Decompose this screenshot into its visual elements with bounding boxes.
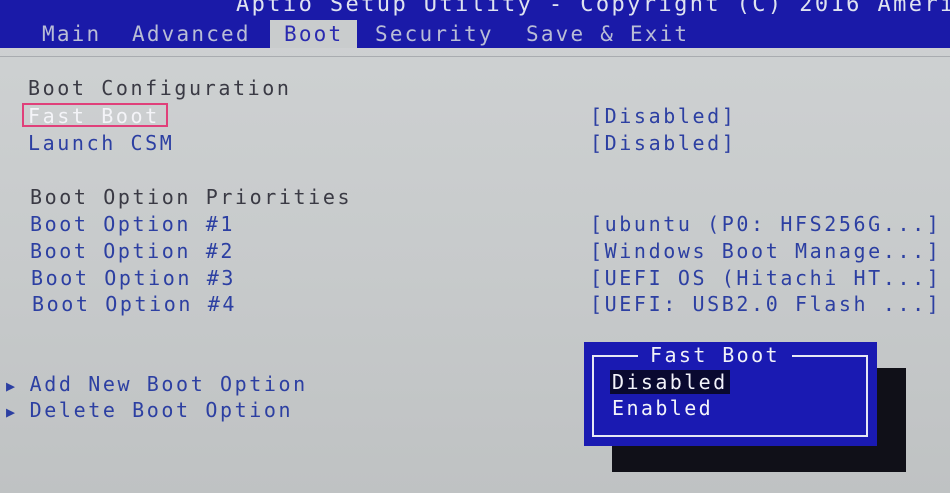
boot-option-4-value[interactable]: [UEFI: USB2.0 Flash ...] bbox=[590, 292, 941, 316]
tab-boot[interactable]: Boot bbox=[270, 20, 358, 48]
launch-csm-value[interactable]: [Disabled] bbox=[590, 131, 736, 155]
boot-option-1-item[interactable]: Boot Option #1 bbox=[30, 212, 235, 236]
bios-screen: Aptio Setup Utility - Copyright (C) 2016… bbox=[0, 0, 950, 493]
tab-main[interactable]: Main bbox=[42, 20, 101, 48]
header-divider bbox=[0, 56, 950, 57]
boot-option-4-item[interactable]: Boot Option #4 bbox=[32, 292, 237, 316]
delete-boot-option-label: Delete Boot Option bbox=[29, 398, 294, 422]
popup-option-enabled[interactable]: Enabled bbox=[612, 396, 713, 420]
tab-security[interactable]: Security bbox=[375, 20, 494, 48]
boot-option-2-value[interactable]: [Windows Boot Manage...] bbox=[590, 239, 941, 263]
add-new-boot-option-label: Add New Boot Option bbox=[29, 372, 308, 396]
window-title: Aptio Setup Utility - Copyright (C) 2016… bbox=[236, 0, 950, 17]
boot-configuration-heading: Boot Configuration bbox=[28, 76, 292, 100]
header-bar: Aptio Setup Utility - Copyright (C) 2016… bbox=[0, 0, 950, 48]
delete-boot-option[interactable]: ▶ Delete Boot Option bbox=[6, 398, 293, 422]
popup-title: Fast Boot bbox=[638, 342, 792, 368]
tab-bar: Main Advanced Boot Security Save & Exit bbox=[0, 20, 950, 48]
boot-option-2-item[interactable]: Boot Option #2 bbox=[30, 239, 235, 263]
submenu-arrow-icon: ▶ bbox=[6, 377, 18, 395]
boot-option-3-value[interactable]: [UEFI OS (Hitachi HT...] bbox=[590, 266, 941, 290]
add-new-boot-option[interactable]: ▶ Add New Boot Option bbox=[6, 372, 308, 396]
boot-priorities-heading: Boot Option Priorities bbox=[30, 185, 353, 209]
popup-option-disabled[interactable]: Disabled bbox=[610, 370, 730, 394]
fast-boot-value[interactable]: [Disabled] bbox=[590, 104, 736, 128]
fast-boot-item[interactable]: Fast Boot bbox=[28, 104, 160, 128]
tab-advanced[interactable]: Advanced bbox=[132, 20, 251, 48]
tab-save-exit[interactable]: Save & Exit bbox=[526, 20, 689, 48]
boot-option-1-value[interactable]: [ubuntu (P0: HFS256G...] bbox=[590, 212, 941, 236]
launch-csm-item[interactable]: Launch CSM bbox=[28, 131, 174, 155]
submenu-arrow-icon: ▶ bbox=[6, 403, 18, 421]
fast-boot-popup: Fast Boot Disabled Enabled bbox=[584, 342, 877, 446]
boot-option-3-item[interactable]: Boot Option #3 bbox=[31, 266, 236, 290]
